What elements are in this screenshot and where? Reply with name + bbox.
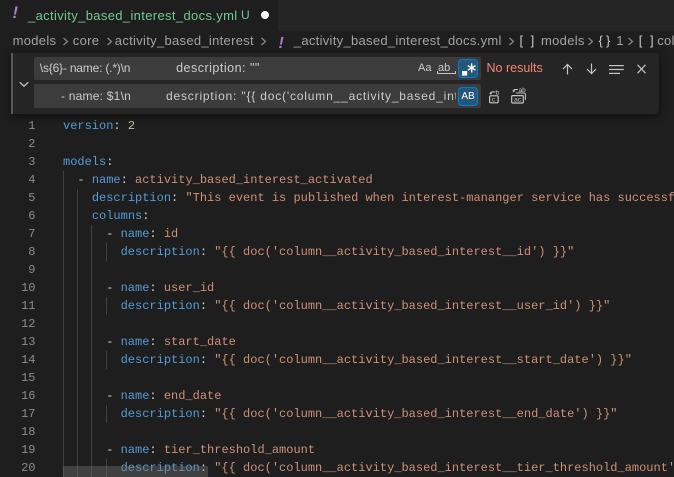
svg-text:b: b: [495, 89, 499, 96]
svg-text:c: c: [491, 97, 495, 104]
svg-text:ac: ac: [514, 97, 522, 104]
svg-text:ab: ab: [518, 87, 526, 94]
